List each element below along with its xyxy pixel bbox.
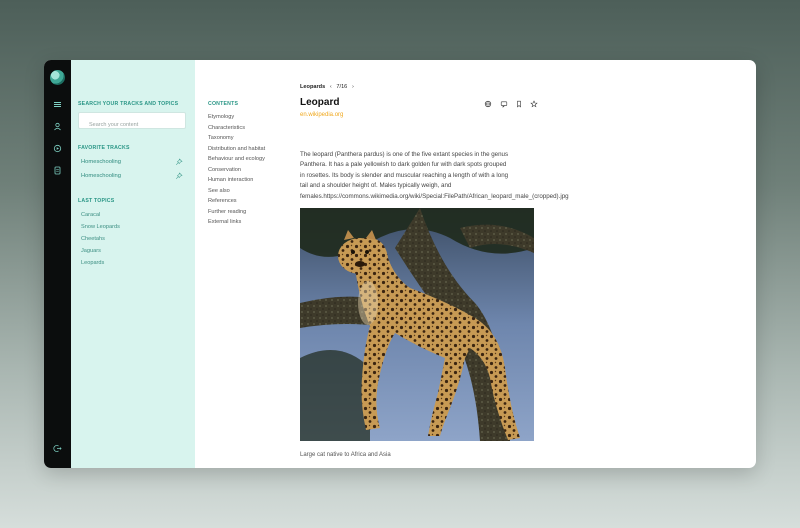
globe-icon[interactable] [484,100,492,108]
user-icon[interactable] [52,121,63,132]
icon-rail [44,60,71,468]
page-title: Leopard [300,97,340,108]
search-input[interactable] [79,117,185,133]
search-heading: SEARCH YOUR TRACKS AND TOPICS [78,101,179,107]
favorite-track-label: Homeschooling [81,159,121,165]
toc-item[interactable]: References [208,198,237,204]
toc-item[interactable]: External links [208,219,241,225]
prev-arrow-icon[interactable]: ‹ [330,84,332,90]
topic-item[interactable]: Leopards [81,260,104,266]
toc-item[interactable]: Etymology [208,114,234,120]
pin-icon[interactable] [175,158,183,166]
favorite-track-item[interactable]: Homeschooling [81,157,185,168]
paragraph-line: in rosettes. Its body is slender and mus… [300,171,509,179]
toc-item[interactable]: Conservation [208,167,241,173]
logout-icon[interactable] [52,443,63,454]
next-arrow-icon[interactable]: › [352,84,354,90]
toc-item[interactable]: Human interaction [208,177,253,183]
last-topics-heading: LAST TOPICS [78,198,115,204]
table-of-contents: CONTENTS Etymology Characteristics Taxon… [208,60,293,468]
toc-item[interactable]: Further reading [208,209,246,215]
topic-item[interactable]: Jaguars [81,248,101,254]
topic-item[interactable]: Snow Leopards [81,224,120,230]
leopard-photo [300,208,534,441]
paragraph-line: females.https://commons.wikimedia.org/wi… [300,192,569,200]
article: Leopards ‹ 7/16 › Leopard en.wikipedia.o… [300,60,740,468]
menu-icon[interactable] [52,99,63,110]
document-icon[interactable] [52,165,63,176]
favorite-tracks-heading: FAVORITE TRACKS [78,145,130,151]
star-icon[interactable] [530,100,538,108]
source-link[interactable]: en.wikipedia.org [300,112,343,118]
breadcrumb: Leopards ‹ 7/16 › [300,84,354,90]
position-counter: 7/16 [336,84,348,90]
pin-icon[interactable] [175,172,183,180]
topic-item[interactable]: Cheetahs [81,236,105,242]
favorite-track-item[interactable]: Homeschooling [81,171,185,182]
search-field[interactable] [78,112,186,133]
toc-item[interactable]: Behaviour and ecology [208,156,265,162]
paragraph-line: Panthera. It has a pale yellowish to dar… [300,161,507,169]
article-paragraph: The leopard (Panthera pardus) is one of … [300,150,610,202]
app-logo[interactable] [50,70,65,85]
toc-item[interactable]: Distribution and habitat [208,146,265,152]
image-caption: Large cat native to Africa and Asia [300,452,391,458]
article-toolbar [484,100,544,110]
paragraph-line: The leopard (Panthera pardus) is one of … [300,151,509,158]
bookmark-icon[interactable] [515,100,523,108]
play-icon[interactable] [52,143,63,154]
sidebar: SEARCH YOUR TRACKS AND TOPICS FAVORITE T… [71,60,195,468]
toc-item[interactable]: Taxonomy [208,135,234,141]
toc-item[interactable]: Characteristics [208,125,245,131]
app-window: SEARCH YOUR TRACKS AND TOPICS FAVORITE T… [44,60,756,468]
comment-icon[interactable] [500,100,508,108]
breadcrumb-label[interactable]: Leopards [300,84,325,90]
favorite-track-label: Homeschooling [81,173,121,179]
topic-item[interactable]: Caracal [81,212,100,218]
toc-item[interactable]: See also [208,188,230,194]
toc-title: CONTENTS [208,101,239,107]
paragraph-line: tail and a shoulder height of. Males typ… [300,182,452,190]
